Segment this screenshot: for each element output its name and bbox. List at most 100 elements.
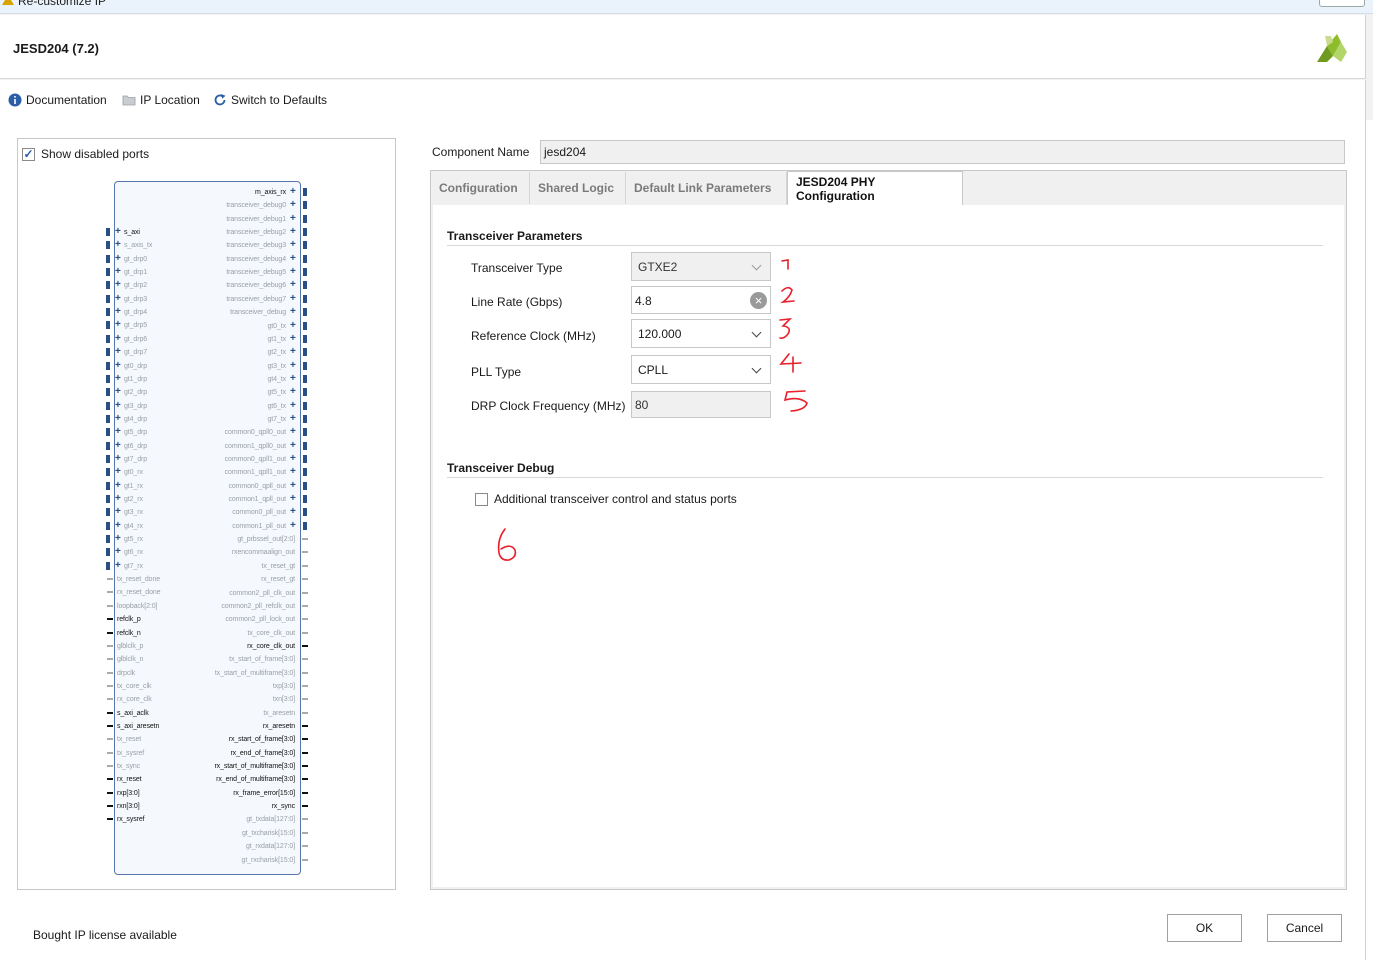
expand-bus-icon[interactable]: +: [115, 480, 121, 491]
left-port-label: gt1_drp: [124, 375, 148, 383]
expand-bus-icon[interactable]: +: [115, 253, 121, 264]
expand-bus-icon[interactable]: +: [290, 413, 296, 424]
expand-bus-icon[interactable]: +: [290, 400, 296, 411]
right-port-label: rx_end_of_multiframe[3:0]: [216, 776, 295, 784]
bus-pin-marker: [106, 348, 110, 357]
expand-bus-icon[interactable]: +: [290, 520, 296, 531]
expand-bus-icon[interactable]: +: [290, 480, 296, 491]
left-port-label: tx_reset_done: [117, 576, 161, 584]
checkbox-checked-icon[interactable]: [22, 147, 35, 161]
left-port-label: gt6_rx: [124, 549, 143, 557]
ok-button[interactable]: OK: [1167, 914, 1242, 942]
expand-bus-icon[interactable]: +: [290, 440, 296, 451]
expand-bus-icon[interactable]: +: [290, 320, 296, 331]
expand-bus-icon[interactable]: +: [115, 227, 121, 237]
expand-bus-icon[interactable]: +: [290, 507, 296, 517]
pin-stub: [302, 831, 308, 834]
expand-bus-icon[interactable]: +: [115, 347, 121, 357]
line-rate-input[interactable]: 4.8 ×: [631, 286, 771, 314]
show-disabled-ports-checkbox[interactable]: Show disabled ports: [22, 147, 149, 161]
transceiver-type-value: GTXE2: [638, 260, 678, 274]
left-port-label: glblclk_p: [117, 642, 144, 650]
expand-bus-icon[interactable]: +: [115, 240, 121, 250]
expand-bus-icon[interactable]: +: [290, 187, 296, 197]
expand-bus-icon[interactable]: +: [115, 547, 121, 557]
documentation-button[interactable]: Documentation: [8, 93, 107, 107]
expand-bus-icon[interactable]: +: [115, 440, 121, 451]
reference-clock-select[interactable]: 120.000: [631, 319, 771, 348]
bus-pin-marker: [106, 401, 110, 410]
expand-bus-icon[interactable]: +: [115, 373, 121, 384]
expand-bus-icon[interactable]: +: [290, 213, 296, 224]
expand-bus-icon[interactable]: +: [115, 534, 121, 544]
expand-bus-icon[interactable]: +: [115, 453, 121, 464]
expand-bus-icon[interactable]: +: [115, 520, 121, 531]
expand-bus-icon[interactable]: +: [290, 227, 296, 237]
expand-bus-icon[interactable]: +: [115, 467, 121, 477]
expand-bus-icon[interactable]: +: [290, 280, 296, 290]
expand-bus-icon[interactable]: +: [115, 267, 121, 277]
component-name-field[interactable]: jesd204: [540, 140, 1345, 164]
pin-stub: [107, 724, 113, 727]
expand-bus-icon[interactable]: +: [115, 333, 121, 344]
additional-ports-checkbox[interactable]: Additional transceiver control and statu…: [475, 492, 737, 506]
reference-clock-label: Reference Clock (MHz): [471, 329, 596, 343]
expand-bus-icon[interactable]: +: [290, 373, 296, 384]
pll-type-select[interactable]: CPLL: [631, 355, 771, 384]
expand-bus-icon[interactable]: +: [115, 320, 121, 330]
drp-clock-input[interactable]: 80: [631, 391, 771, 418]
right-port-label: common0_qpll1_out: [224, 456, 286, 463]
expand-bus-icon[interactable]: +: [290, 333, 296, 344]
bus-pin-marker: [303, 254, 307, 263]
tab-default-link-parameters[interactable]: Default Link Parameters: [626, 172, 787, 204]
scrollbar-track[interactable]: [1366, 120, 1373, 960]
left-port-label: s_axi: [124, 229, 140, 236]
expand-bus-icon[interactable]: +: [290, 307, 296, 317]
right-port-label: gt_txcharisk[15:0]: [241, 829, 295, 837]
expand-bus-icon[interactable]: +: [290, 494, 296, 504]
expand-bus-icon[interactable]: +: [115, 400, 121, 411]
bus-pin-marker: [106, 468, 110, 477]
expand-bus-icon[interactable]: +: [115, 387, 121, 397]
expand-bus-icon[interactable]: +: [290, 360, 296, 371]
bus-pin-marker: [106, 535, 110, 544]
right-port-label: common2_pll_lock_out: [225, 616, 295, 624]
expand-bus-icon[interactable]: +: [290, 427, 296, 437]
expand-bus-icon[interactable]: +: [290, 267, 296, 277]
expand-bus-icon[interactable]: +: [290, 253, 296, 264]
window-control-button[interactable]: [1319, 0, 1365, 7]
bus-pin-marker: [106, 241, 110, 250]
expand-bus-icon[interactable]: +: [290, 467, 296, 477]
expand-bus-icon[interactable]: +: [115, 494, 121, 504]
ip-location-button[interactable]: IP Location: [122, 93, 200, 107]
expand-bus-icon[interactable]: +: [290, 454, 296, 464]
expand-bus-icon[interactable]: +: [115, 427, 121, 437]
expand-bus-icon[interactable]: +: [115, 360, 121, 371]
expand-bus-icon[interactable]: +: [115, 413, 121, 424]
expand-bus-icon[interactable]: +: [115, 507, 121, 517]
checkbox-unchecked-icon[interactable]: [475, 492, 488, 506]
expand-bus-icon[interactable]: +: [115, 280, 121, 290]
expand-bus-icon[interactable]: +: [115, 307, 121, 317]
right-port-label: common2_pll_clk_out: [229, 589, 295, 597]
tab-shared-logic[interactable]: Shared Logic: [530, 172, 626, 204]
transceiver-type-select[interactable]: GTXE2: [631, 252, 771, 281]
cancel-button[interactable]: Cancel: [1267, 914, 1342, 942]
expand-bus-icon[interactable]: +: [115, 560, 121, 571]
pin-stub: [302, 658, 308, 661]
tab-configuration[interactable]: Configuration: [431, 172, 530, 204]
clear-icon[interactable]: ×: [750, 292, 767, 309]
switch-to-defaults-button[interactable]: Switch to Defaults: [213, 93, 327, 107]
expand-bus-icon[interactable]: +: [290, 347, 296, 357]
expand-bus-icon[interactable]: +: [290, 293, 296, 304]
bus-pin-marker: [106, 268, 110, 277]
expand-bus-icon[interactable]: +: [290, 200, 296, 210]
pin-stub: [302, 765, 308, 768]
expand-bus-icon[interactable]: +: [290, 240, 296, 250]
expand-bus-icon[interactable]: +: [115, 293, 121, 304]
expand-bus-icon[interactable]: +: [290, 387, 296, 397]
pin-stub: [302, 845, 308, 848]
bus-pin-marker: [106, 441, 110, 450]
bus-pin-marker: [303, 321, 307, 330]
tab-jesd204-phy-configuration[interactable]: JESD204 PHY Configuration: [787, 171, 963, 205]
